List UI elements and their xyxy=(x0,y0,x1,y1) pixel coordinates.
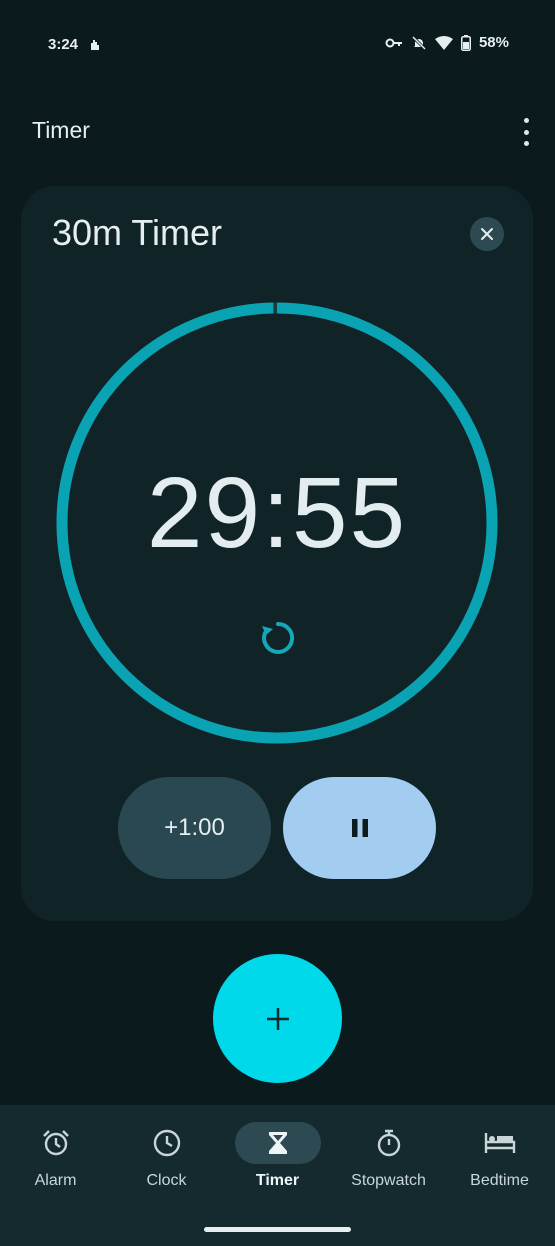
nav-item-alarm[interactable]: Alarm xyxy=(0,1105,111,1205)
pause-button[interactable] xyxy=(283,777,436,879)
stopwatch-icon xyxy=(377,1129,400,1157)
page-title: Timer xyxy=(32,117,90,143)
timer-name[interactable]: 30m Timer xyxy=(52,212,222,254)
add-timer-button[interactable] xyxy=(213,954,342,1083)
muted-icon xyxy=(411,35,427,50)
home-indicator[interactable] xyxy=(204,1227,351,1232)
overflow-menu-button[interactable] xyxy=(514,118,538,146)
nav-item-clock[interactable]: Clock xyxy=(111,1105,222,1205)
status-time: 3:24 xyxy=(48,36,79,53)
bed-icon xyxy=(484,1133,515,1153)
clock-icon xyxy=(153,1129,180,1157)
nav-item-timer[interactable]: Timer xyxy=(222,1105,333,1205)
battery-percent: 58% xyxy=(478,34,509,51)
add-minute-button[interactable]: +1:00 xyxy=(118,777,271,879)
nav-label-alarm: Alarm xyxy=(34,1172,77,1189)
nav-label-bedtime: Bedtime xyxy=(470,1172,529,1189)
status-bar: 3:24 58% xyxy=(0,0,555,90)
status-icons: 58% xyxy=(385,34,509,51)
timer-card: 30m Timer 29:55 +1:00 xyxy=(21,186,533,921)
more-vert-icon xyxy=(523,118,529,123)
nav-label-timer: Timer xyxy=(255,1172,300,1189)
reset-timer-button[interactable] xyxy=(258,618,298,658)
time-remaining: 29:55 xyxy=(146,457,408,569)
vpn-key-icon xyxy=(385,38,402,47)
nav-item-bedtime[interactable]: Bedtime xyxy=(444,1105,555,1205)
close-icon xyxy=(481,228,493,240)
bottom-navigation: Alarm Clock Timer Stopwatch Bedtime xyxy=(0,1105,555,1246)
notification-icon xyxy=(91,40,99,50)
wifi-icon xyxy=(434,35,453,50)
alarm-icon xyxy=(42,1130,69,1156)
nav-label-clock: Clock xyxy=(146,1172,187,1189)
nav-item-stopwatch[interactable]: Stopwatch xyxy=(333,1105,444,1205)
add-icon xyxy=(266,1007,289,1030)
battery-icon xyxy=(460,34,471,51)
nav-label-stopwatch: Stopwatch xyxy=(351,1172,426,1189)
pause-icon xyxy=(351,819,368,837)
hourglass-icon xyxy=(268,1132,287,1154)
delete-timer-button[interactable] xyxy=(470,217,504,251)
